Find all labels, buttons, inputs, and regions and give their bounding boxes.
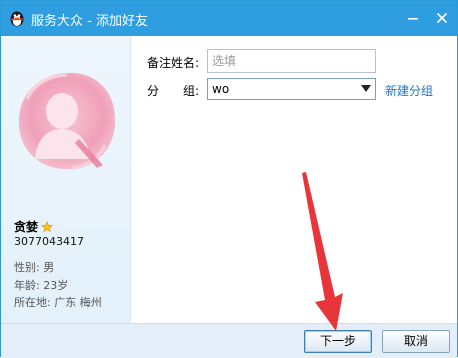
location-info: 所在地: 广东 梅州 bbox=[14, 296, 102, 309]
profile-panel: 贪婪 3077043417 性别: 男 年龄: 23岁 所在地: 广东 梅州 bbox=[1, 36, 131, 323]
remark-name-input[interactable] bbox=[207, 49, 376, 73]
chevron-down-icon[interactable] bbox=[361, 85, 371, 93]
minimize-icon[interactable] bbox=[405, 10, 421, 26]
qq-penguin-icon bbox=[10, 11, 24, 27]
age-info: 年龄: 23岁 bbox=[14, 279, 69, 292]
close-icon[interactable] bbox=[434, 10, 450, 26]
remark-label: 备注姓名: bbox=[147, 56, 200, 70]
qq-number: 3077043417 bbox=[14, 235, 84, 248]
gender-info: 性别: 男 bbox=[14, 261, 55, 274]
nickname: 贪婪 bbox=[14, 220, 39, 234]
dialog-footer: 下一步 取消 bbox=[1, 323, 457, 358]
annotation-arrow-icon bbox=[302, 172, 343, 331]
avatar bbox=[18, 72, 116, 170]
group-label: 分 组: bbox=[147, 84, 200, 98]
star-icon bbox=[41, 220, 53, 232]
group-select[interactable]: wo bbox=[207, 78, 376, 100]
nickname-row: 贪婪 bbox=[14, 216, 53, 234]
window-title: 服务大众 - 添加好友 bbox=[31, 14, 148, 29]
cancel-button[interactable]: 取消 bbox=[382, 330, 450, 353]
title-bar[interactable]: 服务大众 - 添加好友 bbox=[1, 1, 457, 36]
panel-divider bbox=[130, 36, 131, 323]
group-select-value: wo bbox=[212, 82, 230, 96]
next-step-button[interactable]: 下一步 bbox=[304, 330, 372, 353]
new-group-link[interactable]: 新建分组 bbox=[385, 82, 433, 99]
add-friend-dialog: 服务大众 - 添加好友 贪婪 3077043417 性别: 男 年龄: 23岁 … bbox=[0, 0, 458, 358]
